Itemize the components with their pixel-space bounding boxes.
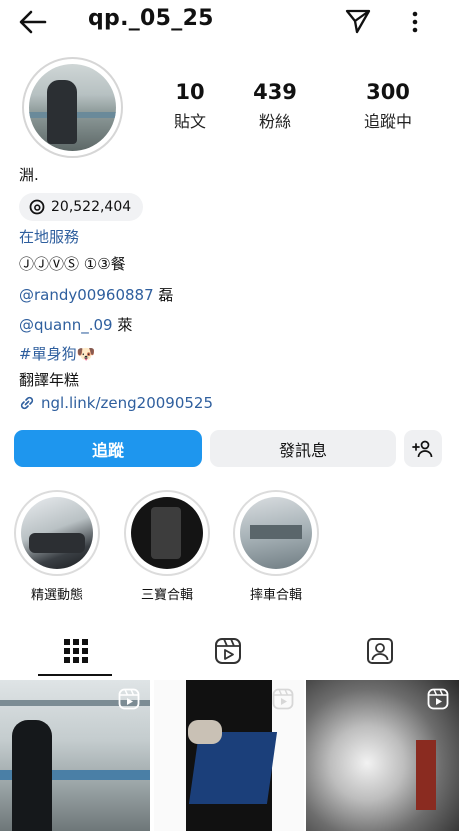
reel-badge-icon <box>118 688 140 710</box>
post-thumbnail[interactable] <box>0 680 150 831</box>
reel-badge-icon <box>427 688 449 710</box>
profile-link[interactable]: ngl.link/zeng20090525 <box>19 394 213 412</box>
highlight-thumbnail <box>21 497 93 569</box>
reel-badge-icon <box>272 688 294 710</box>
profile-link-text: ngl.link/zeng20090525 <box>41 394 214 412</box>
follow-button[interactable]: 追蹤 <box>14 430 202 467</box>
grid-icon[interactable] <box>61 636 91 666</box>
highlight-label: 精選動態 <box>30 588 83 603</box>
more-options-icon[interactable] <box>407 8 423 36</box>
stat-following[interactable]: 300 追蹤中 <box>348 80 428 132</box>
highlight-thumbnail <box>240 497 312 569</box>
bio-line: ⒿⒿⓋⓈ ①③餐 <box>19 255 126 273</box>
threads-count: 20,522,404 <box>51 199 132 215</box>
mention-suffix: 萊 <box>117 316 133 334</box>
tagged-icon[interactable] <box>365 636 395 666</box>
hashtag-link[interactable]: #單身狗 <box>19 345 77 363</box>
stat-followers-label: 粉絲 <box>258 112 291 131</box>
profile-username: qp._05_25 <box>88 6 214 31</box>
dog-emoji: 🐶 <box>76 345 96 363</box>
highlight-thumbnail <box>131 497 203 569</box>
stat-following-value: 300 <box>366 80 410 104</box>
highlight-featured[interactable]: 精選動態 <box>14 490 100 603</box>
highlight-compilation-2[interactable]: 摔車合輯 <box>233 490 319 603</box>
active-tab-indicator <box>38 674 112 676</box>
mention-link[interactable]: @randy00960887 <box>19 286 154 304</box>
back-arrow-icon[interactable] <box>18 8 48 36</box>
avatar-photo <box>29 64 116 151</box>
highlight-label: 三寶合輯 <box>140 588 193 603</box>
message-button[interactable]: 發訊息 <box>210 430 396 467</box>
post-thumbnail[interactable] <box>306 680 459 831</box>
link-icon <box>20 396 34 410</box>
add-person-icon <box>412 440 433 457</box>
post-thumbnail[interactable] <box>154 680 304 831</box>
highlight-label: 摔車合輯 <box>249 588 302 603</box>
bio-hashtag-line: #單身狗🐶 <box>19 343 95 364</box>
mention-link[interactable]: @quann_.09 <box>19 316 113 334</box>
top-bar: qp._05_25 <box>0 0 459 44</box>
bio-last-line: 翻譯年糕 <box>19 371 80 389</box>
stat-posts-value: 10 <box>175 80 205 104</box>
stat-posts[interactable]: 10 貼文 <box>150 80 230 132</box>
profile-avatar[interactable] <box>22 57 123 158</box>
display-name: 淵. <box>19 166 39 184</box>
profile-category[interactable]: 在地服務 <box>19 226 79 247</box>
bio-mention-1: @randy00960887 磊 <box>19 284 173 305</box>
suggest-user-button[interactable] <box>404 430 442 467</box>
mention-suffix: 磊 <box>158 286 174 304</box>
bio-mention-2: @quann_.09 萊 <box>19 314 132 335</box>
profile-tabs <box>0 628 459 674</box>
stat-posts-label: 貼文 <box>173 112 206 131</box>
threads-icon <box>29 199 45 215</box>
highlight-ring <box>14 490 100 576</box>
reels-icon[interactable] <box>213 636 243 666</box>
stat-following-label: 追蹤中 <box>363 112 412 131</box>
highlight-compilation-1[interactable]: 三寶合輯 <box>124 490 210 603</box>
send-message-icon[interactable] <box>344 7 372 35</box>
stat-followers-value: 439 <box>253 80 297 104</box>
threads-badge[interactable]: 20,522,404 <box>19 193 144 221</box>
stat-followers[interactable]: 439 粉絲 <box>235 80 315 132</box>
highlight-ring <box>233 490 319 576</box>
highlight-ring <box>124 490 210 576</box>
